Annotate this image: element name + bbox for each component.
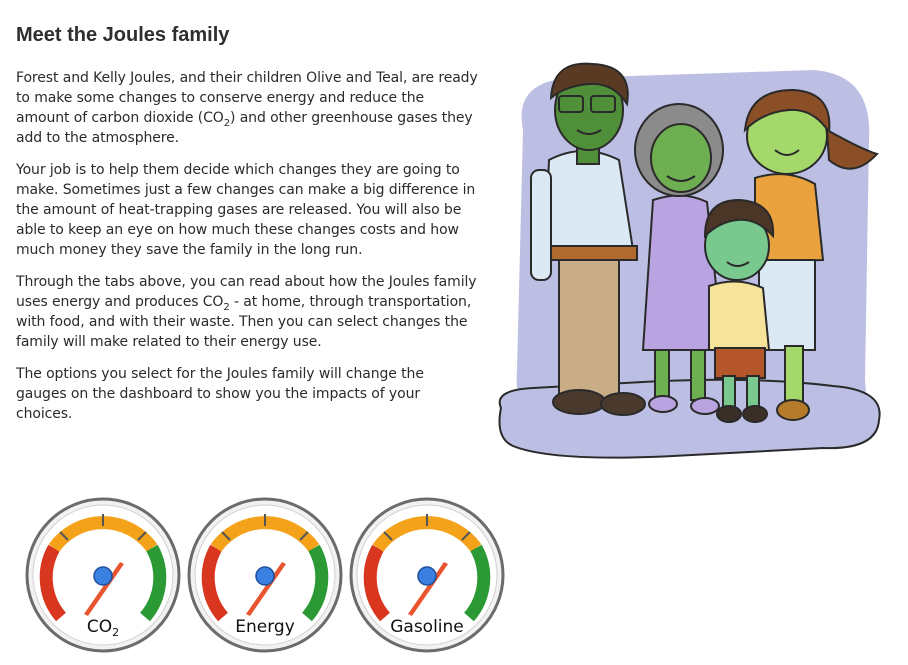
co2-gauge-dial: CO2: [25, 497, 181, 653]
gasoline-gauge-label: Gasoline: [390, 617, 464, 637]
energy-gauge-label: Energy: [235, 617, 295, 637]
intro-paragraph-1: Forest and Kelly Joules, and their child…: [16, 68, 478, 148]
intro-paragraph-2: Your job is to help them decide which ch…: [16, 162, 476, 258]
energy-gauge: Energy: [186, 496, 344, 654]
co2-gauge-label: CO: [87, 617, 112, 637]
family-illustration: [493, 50, 885, 462]
intro-text: Forest and Kelly Joules, and their child…: [16, 68, 478, 436]
intro-paragraph-3: Through the tabs above, you can read abo…: [16, 272, 478, 352]
floor-shape: [498, 378, 881, 459]
gasoline-gauge: Gasoline: [348, 496, 506, 654]
gauges-dashboard: CO2 Energy Gasoline: [24, 496, 508, 660]
co2-gauge: CO2: [24, 496, 182, 654]
energy-gauge-dial: Energy: [187, 497, 343, 653]
intro-paragraph-4: The options you select for the Joules fa…: [16, 366, 424, 422]
page-title: Meet the Joules family: [16, 24, 230, 46]
gasoline-gauge-dial: Gasoline: [349, 497, 505, 653]
co2-gauge-label-subscript: 2: [112, 626, 119, 639]
